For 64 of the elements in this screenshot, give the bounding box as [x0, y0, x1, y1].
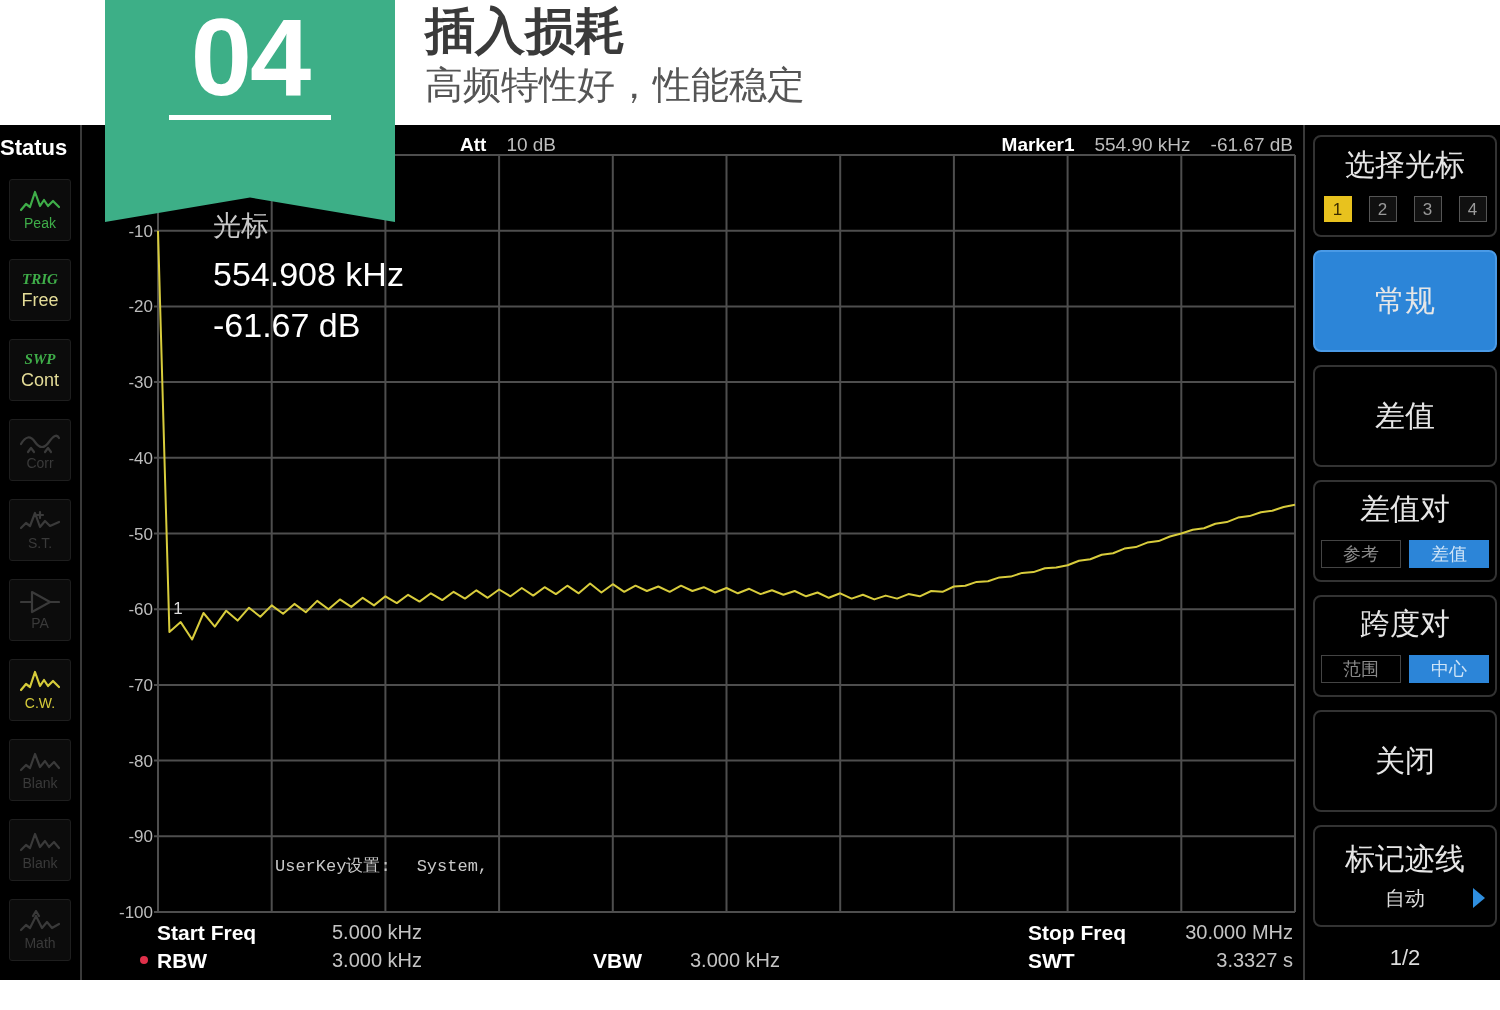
param-value: 3.3327 s — [1216, 950, 1293, 970]
status-label: C.W. — [24, 696, 56, 710]
param-label: RBW — [157, 949, 208, 971]
axis-tick-label: -30 — [128, 373, 153, 393]
param-label: Stop Freq — [1028, 921, 1126, 943]
amplifier-icon — [20, 590, 60, 614]
status-value: Free — [21, 290, 59, 309]
readout-title: 光标 — [213, 212, 270, 240]
readout-amplitude: -61.67 dB — [213, 308, 362, 342]
page-indicator: 1/2 — [1389, 947, 1421, 969]
softkey[interactable]: 差值 — [1313, 365, 1497, 467]
axis-tick-label: -70 — [128, 675, 153, 695]
status-label: Peak — [24, 216, 56, 230]
marker-frequency: 554.90 kHz — [1094, 135, 1191, 154]
toggle-option[interactable]: 范围 — [1321, 655, 1401, 683]
softkey-label: 标记迹线 — [1345, 844, 1465, 874]
att-label: Att — [460, 135, 487, 154]
marker-select-option[interactable]: 4 — [1458, 196, 1487, 222]
softkey[interactable]: 跨度对 范围 中心 — [1313, 595, 1497, 697]
param-value: 3.000 kHz — [690, 950, 781, 970]
axis-tick-label: -40 — [128, 448, 153, 468]
section-number: 04 — [190, 2, 310, 112]
marker-select-option[interactable]: 1 — [1323, 196, 1352, 222]
toggle-option[interactable]: 参考 — [1321, 540, 1401, 568]
message-value: System, — [416, 858, 489, 875]
axis-tick-label: -90 — [128, 827, 153, 847]
marker-label: 1 — [173, 598, 183, 618]
marker-select-option[interactable]: 2 — [1368, 196, 1397, 222]
param-label: VBW — [593, 949, 642, 971]
att-value: 10 dB — [506, 135, 557, 154]
message-label: UserKey设置: — [275, 858, 391, 875]
marker-title: Marker1 — [1001, 135, 1075, 154]
axis-tick-label: -10 — [128, 221, 153, 241]
softkey[interactable]: 选择光标 1 2 3 4 — [1313, 135, 1497, 237]
axis-tick-label: -100 — [118, 903, 153, 922]
axis-tick-label: -50 — [128, 524, 153, 544]
status-value: Cont — [21, 370, 59, 389]
waveform-icon — [20, 750, 60, 774]
softkey-label: 跨度对 — [1360, 609, 1450, 639]
readout-frequency: 554.908 kHz — [213, 257, 404, 291]
param-value: 5.000 kHz — [332, 922, 423, 942]
param-label: SWT — [1028, 949, 1075, 971]
waveform-icon — [20, 830, 60, 854]
axis-tick-label: -80 — [128, 751, 153, 771]
caret-right-icon — [1473, 888, 1485, 908]
status-label: TRIG — [22, 271, 58, 287]
marker-amplitude: -61.67 dB — [1210, 135, 1293, 154]
axis-tick-label: -60 — [128, 600, 153, 620]
section-subtitle: 高频特性好，性能稳定 — [425, 66, 806, 104]
status-label: SWP — [24, 351, 56, 367]
softkey[interactable]: 差值对 参考 差值 — [1313, 480, 1497, 582]
softkey-label: 选择光标 — [1345, 150, 1465, 180]
param-value: 30.000 MHz — [1185, 922, 1293, 942]
param-label: Start Freq — [157, 921, 257, 943]
waveform-icon — [20, 910, 60, 934]
axis-tick-label: -20 — [128, 297, 153, 317]
softkey-value: 自动 — [1385, 888, 1425, 908]
softkey[interactable]: 关闭 — [1313, 710, 1497, 812]
softkey-label: 差值对 — [1360, 494, 1450, 524]
marker-select-option[interactable]: 3 — [1413, 196, 1442, 222]
status-heading: Status — [0, 137, 68, 159]
param-value: 3.000 kHz — [332, 950, 423, 970]
softkey[interactable]: 标记迹线 自动 — [1313, 825, 1497, 927]
section-title: 插入损耗 — [425, 6, 626, 56]
